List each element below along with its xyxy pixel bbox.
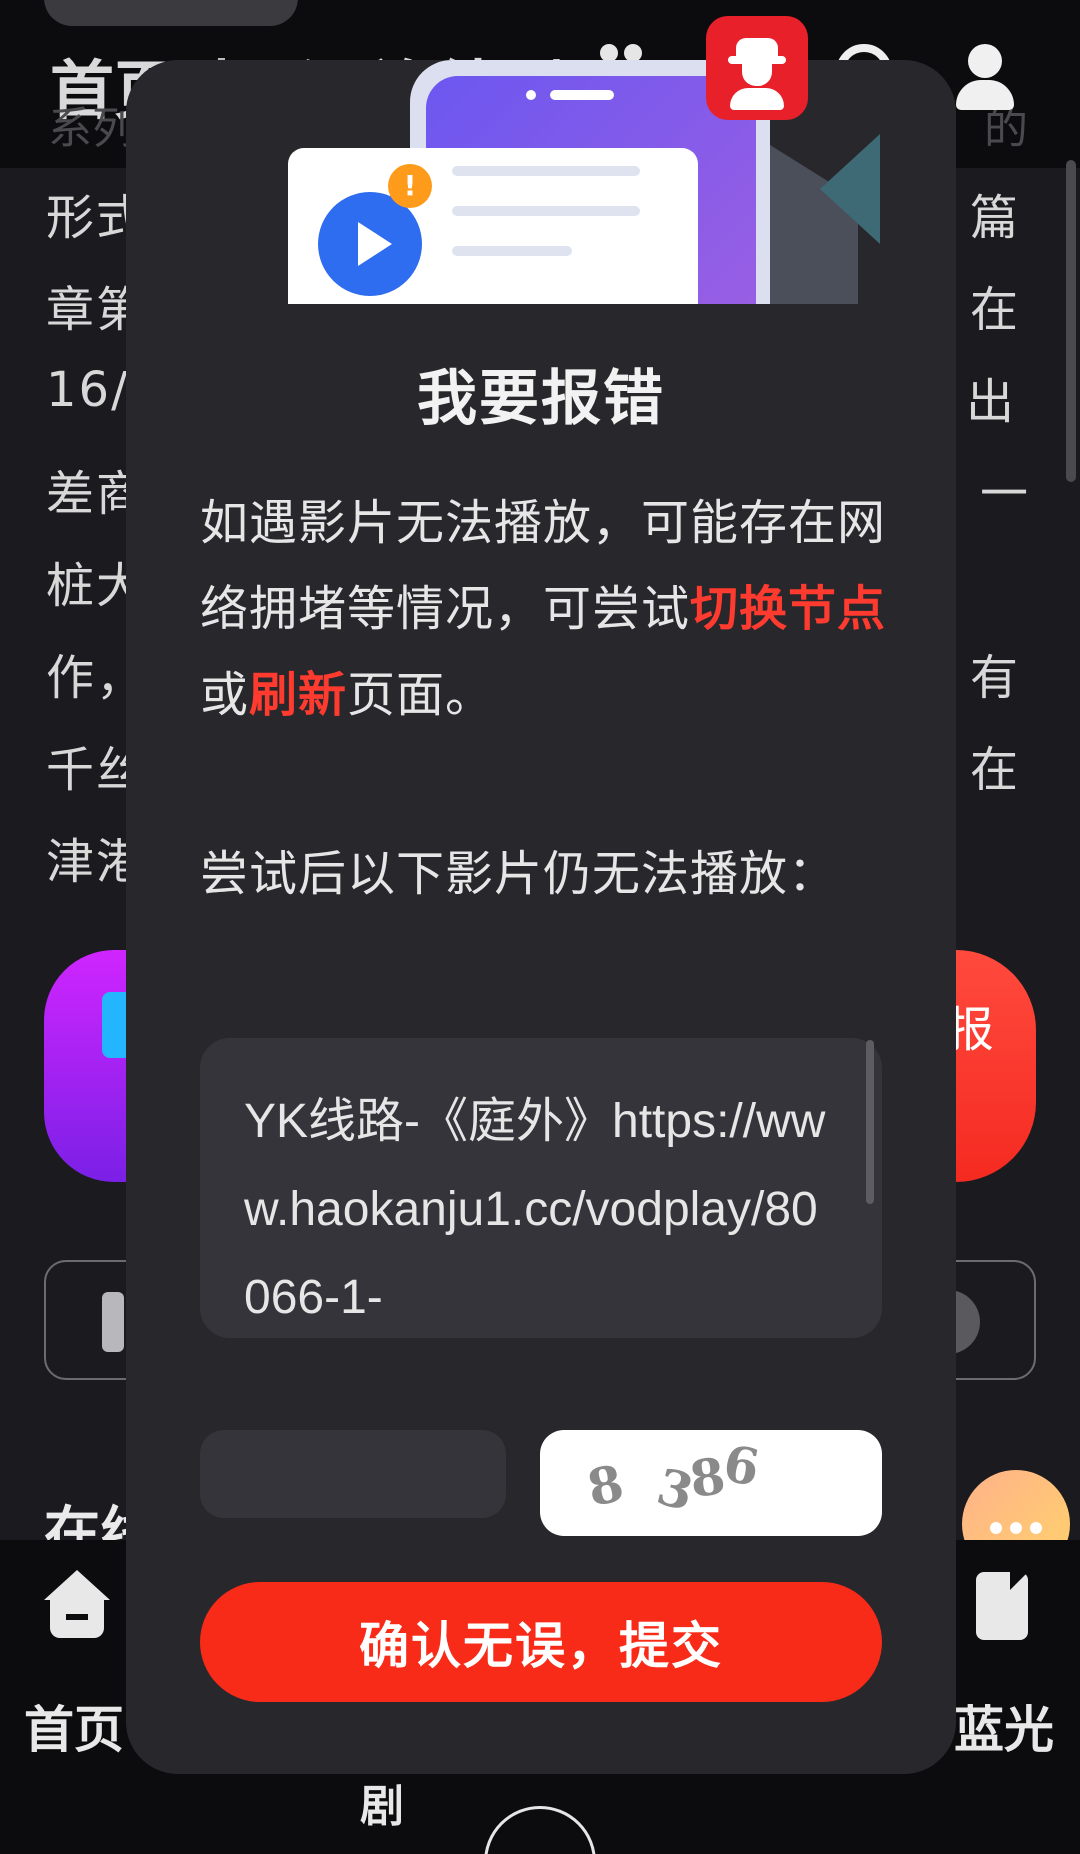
article-line: 16/ (46, 362, 130, 418)
modal-description: 如遇影片无法播放，可能存在网络拥堵等情况，可尝试切换节点或刷新页面。 (200, 480, 900, 738)
placeholder-line (452, 166, 640, 176)
report-error-modal: ! 我要报错 如遇影片无法播放，可能存在网络拥堵等情况，可尝试切换节点或刷新页面… (126, 60, 956, 1774)
top-pill (44, 0, 298, 26)
desc-text: 页面。 (347, 667, 495, 723)
alert-icon: ! (388, 164, 432, 208)
bottom-nav-bluray-label[interactable]: 蓝光 (954, 1690, 1054, 1762)
refresh-highlight: 刷新 (249, 667, 348, 723)
modal-title: 我要报错 (417, 364, 665, 434)
top-subtitle-left: 系列 (48, 103, 136, 154)
bottom-nav-home-label[interactable]: 首页 (24, 1690, 124, 1762)
page-scrollbar[interactable] (1066, 160, 1076, 482)
modal-description-2: 尝试后以下影片仍无法播放： (200, 846, 838, 902)
screen-root: 首页 电影 连续剧 系列 的 形式 章第 16/ 差商 桩大 作， 千丝 津港 … (0, 0, 1080, 1854)
switch-node-highlight: 切换节点 (690, 581, 887, 637)
submit-button[interactable]: 确认无误，提交 (200, 1582, 882, 1702)
placeholder-line (452, 206, 640, 216)
modal-illustration: ! (126, 60, 956, 326)
article-line: 在 (970, 282, 1021, 338)
captcha-char: 8 (582, 1453, 629, 1518)
captcha-input[interactable] (200, 1430, 506, 1518)
bottom-nav-series-label[interactable]: 剧 (360, 1770, 404, 1834)
captcha-char: 6 (719, 1433, 764, 1498)
article-line: 篇 (970, 190, 1021, 246)
list-icon (102, 1292, 124, 1352)
article-line: 在 (970, 742, 1021, 798)
video-info-box[interactable]: YK线路-《庭外》https://www.haokanju1.cc/vodpla… (200, 1038, 882, 1338)
desc-text: 或 (200, 667, 250, 723)
article-line: 有 (970, 650, 1021, 706)
placeholder-line (452, 246, 572, 256)
video-info-text: YK线路-《庭外》https://www.haokanju1.cc/vodpla… (244, 1095, 826, 1324)
article-line: 一 (980, 466, 1031, 522)
captcha-image[interactable]: 8 3 8 6 (540, 1430, 882, 1536)
user-icon[interactable] (952, 44, 1018, 110)
article-line: 出 (966, 374, 1017, 430)
customer-service-icon[interactable] (706, 16, 808, 120)
phone-speaker (550, 90, 614, 100)
info-box-scrollbar[interactable] (866, 1040, 874, 1204)
home-icon[interactable] (44, 1570, 110, 1640)
phone-camera (526, 90, 536, 100)
file-icon[interactable] (976, 1572, 1028, 1640)
